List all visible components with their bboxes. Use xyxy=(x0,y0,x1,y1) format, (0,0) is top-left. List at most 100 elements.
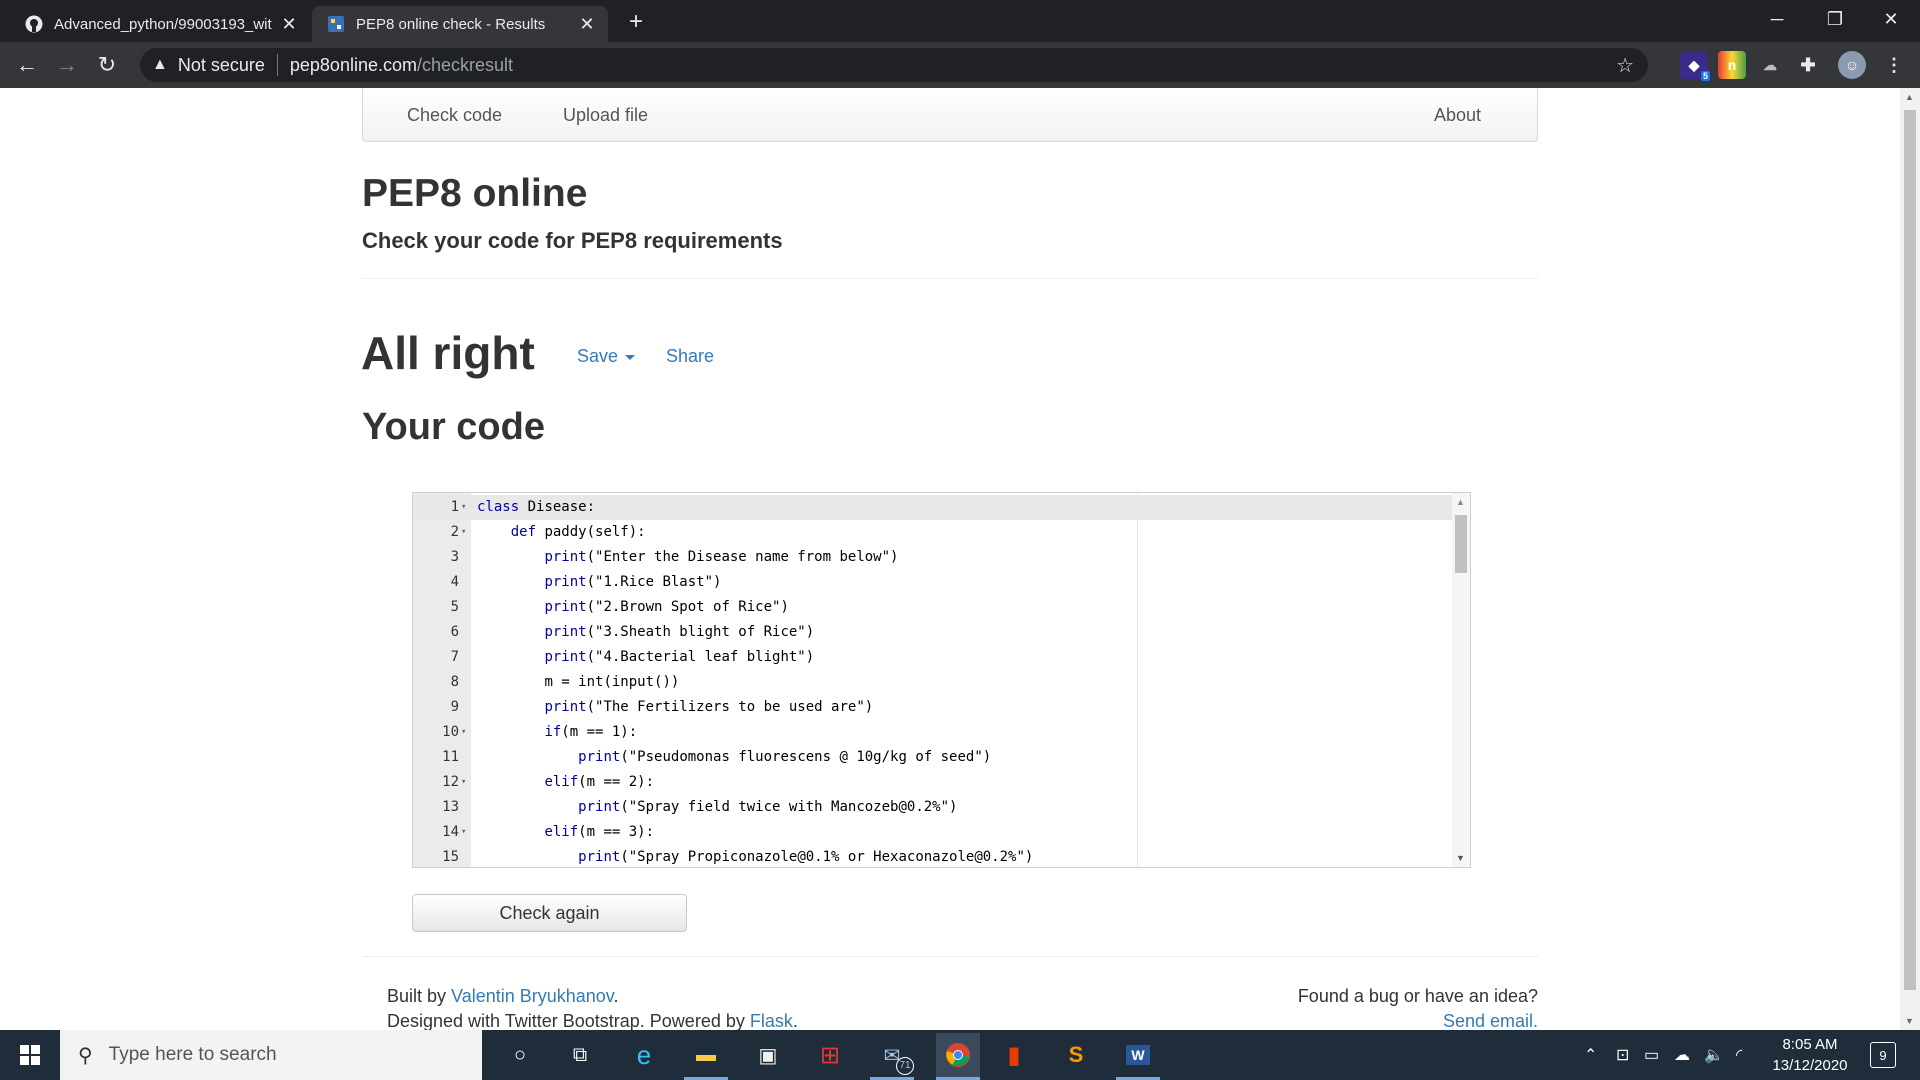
scroll-down-icon[interactable]: ▼ xyxy=(1905,1016,1914,1026)
close-window-button[interactable]: ✕ xyxy=(1862,0,1920,38)
code-line[interactable]: 11 print("Pseudomonas fluorescens @ 10g/… xyxy=(413,745,1453,770)
code-line[interactable]: 12 ▾ elif(m == 2): xyxy=(413,770,1453,795)
fold-arrow-icon[interactable]: ▾ xyxy=(461,495,466,520)
edge-browser-icon[interactable]: e xyxy=(626,1037,662,1073)
wifi-icon[interactable]: ◜ xyxy=(1736,1030,1742,1080)
tab-pep8-results[interactable]: PEP8 online check - Results ✕ xyxy=(312,6,608,42)
back-arrow-icon[interactable]: ← xyxy=(12,50,42,80)
battery-icon[interactable]: ▭ xyxy=(1644,1030,1659,1080)
mail-icon[interactable]: ✉ 71 xyxy=(874,1037,914,1075)
author-link[interactable]: Valentin Bryukhanov xyxy=(451,986,613,1006)
code-line[interactable]: 5 print("2.Brown Spot of Rice") xyxy=(413,595,1453,620)
meet-now-icon[interactable]: ⊡ xyxy=(1616,1030,1629,1080)
scroll-thumb[interactable] xyxy=(1455,515,1467,573)
fold-arrow-icon[interactable]: ▾ xyxy=(461,770,466,795)
bookmark-star-icon[interactable]: ☆ xyxy=(1616,53,1634,78)
security-label[interactable]: Not secure xyxy=(178,55,265,76)
code-line[interactable]: 2 ▾ def paddy(self): xyxy=(413,520,1453,545)
onedrive-cloud-icon[interactable]: ☁ xyxy=(1674,1030,1690,1080)
reload-icon[interactable]: ↻ xyxy=(92,50,122,80)
share-link[interactable]: Share xyxy=(666,346,714,367)
restore-button[interactable]: ❐ xyxy=(1806,0,1864,38)
fold-arrow-icon[interactable]: ▾ xyxy=(461,820,466,845)
profile-avatar[interactable]: ☺ xyxy=(1838,51,1866,79)
send-email-link[interactable]: Send email. xyxy=(1138,1009,1538,1030)
tab-github[interactable]: Advanced_python/99003193_wit ✕ xyxy=(10,6,310,42)
code-keyword: elif xyxy=(544,774,579,790)
volume-icon[interactable]: 🔈 xyxy=(1704,1030,1724,1080)
gift-app-icon[interactable]: ⊞ xyxy=(812,1037,848,1073)
result-heading: All right xyxy=(361,327,535,379)
code-keyword: print xyxy=(578,749,621,765)
taskbar-search-box[interactable]: ⚲ Type here to search xyxy=(60,1030,482,1080)
word-icon[interactable]: W xyxy=(1120,1037,1156,1073)
period: . xyxy=(792,1011,798,1030)
nav-about[interactable]: About xyxy=(1434,105,1481,126)
save-dropdown[interactable]: Save xyxy=(577,346,636,367)
nav-upload-file[interactable]: Upload file xyxy=(563,105,648,126)
site-subtitle: Check your code for PEP8 requirements xyxy=(362,228,783,253)
check-again-button[interactable]: Check again xyxy=(412,894,687,932)
new-tab-button[interactable]: + xyxy=(622,8,650,36)
close-tab-icon[interactable]: ✕ xyxy=(278,13,300,35)
task-view-icon[interactable]: ⧉ xyxy=(562,1037,598,1073)
mail-badge: 71 xyxy=(896,1057,914,1075)
scroll-up-icon[interactable]: ▲ xyxy=(1456,497,1465,507)
fold-arrow-icon[interactable]: ▾ xyxy=(461,520,466,545)
office-icon[interactable]: ▮ xyxy=(996,1037,1032,1073)
cortana-circle-icon[interactable]: ○ xyxy=(502,1037,538,1073)
code-line[interactable]: 3 print("Enter the Disease name from bel… xyxy=(413,545,1453,570)
code-line[interactable]: 6 print("3.Sheath blight of Rice") xyxy=(413,620,1453,645)
close-tab-icon[interactable]: ✕ xyxy=(576,13,598,35)
code-text: print("2.Brown Spot of Rice") xyxy=(477,595,789,620)
extension-icon[interactable]: 5 ◆ xyxy=(1680,51,1710,81)
clock-date: 13/12/2020 xyxy=(1772,1057,1848,1074)
windows-start-button[interactable] xyxy=(0,1030,60,1080)
search-placeholder: Type here to search xyxy=(108,1044,277,1065)
code-line[interactable]: 10 ▾ if(m == 1): xyxy=(413,720,1453,745)
notification-center-icon[interactable]: 9 xyxy=(1870,1042,1896,1068)
sublime-text-icon[interactable]: S xyxy=(1058,1037,1094,1073)
scroll-down-icon[interactable]: ▼ xyxy=(1456,853,1465,863)
code-keyword: if xyxy=(544,724,562,740)
nav-check-code[interactable]: Check code xyxy=(407,105,502,126)
file-explorer-icon[interactable]: ▬ xyxy=(688,1037,724,1073)
store-bag-icon[interactable]: ▣ xyxy=(750,1037,786,1073)
page-scrollbar[interactable]: ▲ ▼ xyxy=(1900,88,1920,1030)
code-line[interactable]: 13 print("Spray field twice with Mancoze… xyxy=(413,795,1453,820)
puzzle-extensions-icon[interactable]: ✚ xyxy=(1794,51,1822,79)
address-bar[interactable]: ▲ Not secure pep8online.com/checkresult … xyxy=(140,48,1648,82)
code-line[interactable]: 8 m = int(input()) xyxy=(413,670,1453,695)
forward-arrow-icon[interactable]: → xyxy=(52,50,82,80)
bug-text: Found a bug or have an idea? xyxy=(1297,986,1538,1006)
scroll-thumb[interactable] xyxy=(1904,110,1916,990)
code-line[interactable]: 7 print("4.Bacterial leaf blight") xyxy=(413,645,1453,670)
code-editor[interactable]: 1 ▾ class Disease: 2 ▾ def paddy(self): 3 pri… xyxy=(412,492,1471,868)
minimize-button[interactable]: ─ xyxy=(1748,0,1806,38)
chrome-icon[interactable] xyxy=(936,1033,980,1077)
taskbar-clock[interactable]: 8:05 AM 13/12/2020 xyxy=(1760,1034,1860,1076)
line-number: 8 xyxy=(450,674,459,690)
code-line[interactable]: 14 ▾ elif(m == 3): xyxy=(413,820,1453,845)
code-line[interactable]: 9 print("The Fertilizers to be used are"… xyxy=(413,695,1453,720)
code-line[interactable]: 15 print("Spray Propiconazole@0.1% or He… xyxy=(413,845,1453,867)
editor-scrollbar[interactable]: ▲ ▼ xyxy=(1452,493,1470,867)
code-line[interactable]: 4 print("1.Rice Blast") xyxy=(413,570,1453,595)
flask-link[interactable]: Flask xyxy=(750,1011,793,1030)
fold-arrow-icon[interactable]: ▾ xyxy=(461,720,466,745)
menu-kebab-icon[interactable]: ⋮ xyxy=(1880,51,1908,79)
code-line[interactable]: 1 ▾ class Disease: xyxy=(413,495,1453,520)
warning-triangle-icon[interactable]: ▲ xyxy=(152,56,168,74)
scroll-up-icon[interactable]: ▲ xyxy=(1905,92,1914,102)
code-text: m = int(input()) xyxy=(477,670,679,695)
cloud-extension-icon[interactable]: ☁ xyxy=(1756,51,1784,79)
code-rest: ("2.Brown Spot of Rice") xyxy=(586,599,789,615)
show-hidden-icons-chevron-icon[interactable]: ⌃ xyxy=(1584,1030,1597,1080)
code-rest: paddy(self): xyxy=(536,524,646,540)
color-extension-icon[interactable]: n xyxy=(1718,51,1746,79)
